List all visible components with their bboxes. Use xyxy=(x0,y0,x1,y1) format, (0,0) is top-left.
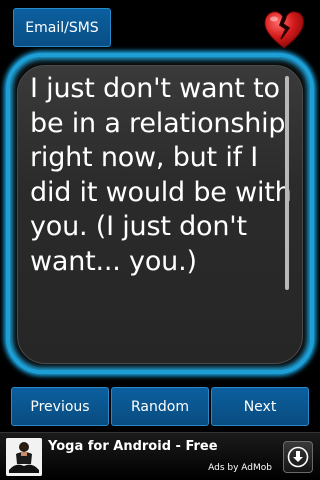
previous-button[interactable]: Previous xyxy=(11,387,109,426)
quote-card[interactable]: I just don't want to be in a relationshi… xyxy=(17,65,303,364)
download-icon xyxy=(287,446,309,468)
quote-text: I just don't want to be in a relationshi… xyxy=(30,73,292,277)
quote-scrollbar[interactable] xyxy=(285,76,289,290)
ad-yoga-image xyxy=(6,438,42,476)
broken-heart-icon[interactable] xyxy=(262,8,306,52)
ad-attribution: Ads by AdMob xyxy=(208,463,272,473)
ad-title[interactable]: Yoga for Android - Free xyxy=(48,439,218,454)
next-button[interactable]: Next xyxy=(211,387,309,426)
download-button[interactable] xyxy=(283,441,313,473)
random-button[interactable]: Random xyxy=(111,387,209,426)
ad-banner[interactable]: Yoga for Android - Free Ads by AdMob xyxy=(0,432,320,480)
email-sms-button[interactable]: Email/SMS xyxy=(13,8,111,47)
app-screen: Email/SMS I just don't want to be in a r… xyxy=(0,0,320,480)
